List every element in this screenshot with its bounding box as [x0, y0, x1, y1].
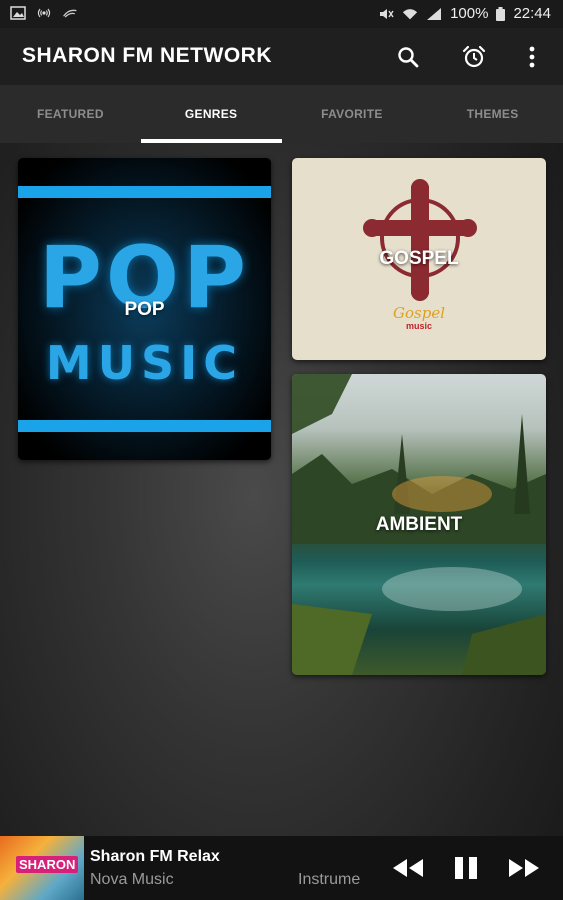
genre-card-gospel[interactable]: GOSPEL Gospel music — [292, 158, 546, 360]
track-title: Sharon FM Relax — [90, 848, 220, 865]
genre-label-gospel: GOSPEL — [379, 248, 459, 269]
genre-label-pop: POP — [124, 299, 165, 320]
mini-player[interactable]: SHARON Sharon FM Relax Nova Music Instru… — [0, 836, 563, 900]
image-notification-icon — [10, 6, 26, 20]
tab-themes[interactable]: THEMES — [422, 85, 563, 143]
tab-featured[interactable]: FEATURED — [0, 85, 141, 143]
rewind-icon — [393, 859, 423, 877]
tab-genres[interactable]: GENRES — [140, 85, 282, 143]
fast-forward-button[interactable] — [506, 854, 542, 882]
app-bar: SHARON FM NETWORK — [0, 28, 563, 85]
station-logo: SHARON — [16, 856, 79, 873]
genre-card-pop[interactable]: POP MUSIC POP — [18, 158, 271, 460]
gospel-art-caption-sub: music — [405, 321, 432, 331]
app-notification-icon — [63, 9, 77, 18]
status-bar: 100% 22:44 — [0, 0, 563, 28]
more-vert-icon — [529, 46, 535, 68]
genre-card-ambient[interactable]: AMBIENT — [292, 374, 546, 675]
broadcast-notification-icon — [37, 8, 51, 18]
track-genre: Instrume — [298, 871, 361, 888]
status-right: 100% 22:44 — [378, 5, 551, 22]
signal-icon — [427, 7, 442, 20]
track-subtitle: Nova Music — [90, 871, 174, 888]
pause-button[interactable] — [448, 854, 484, 882]
pop-art-subtitle: MUSIC — [45, 336, 244, 390]
battery-icon — [496, 6, 506, 21]
clock: 22:44 — [513, 5, 551, 22]
status-left-icons — [10, 6, 78, 20]
tab-favorite[interactable]: FAVORITE — [282, 85, 423, 143]
alarm-icon — [462, 45, 486, 68]
battery-level: 100% — [450, 5, 489, 22]
app-title: SHARON FM NETWORK — [22, 44, 272, 67]
mute-icon — [380, 8, 394, 19]
station-thumbnail: SHARON — [0, 836, 84, 900]
search-button[interactable] — [391, 40, 425, 74]
alarm-button[interactable] — [457, 40, 491, 74]
gospel-art-caption: Gospel — [393, 304, 445, 322]
pause-icon — [455, 857, 477, 879]
fast-forward-icon — [509, 859, 539, 877]
rewind-button[interactable] — [390, 854, 426, 882]
overflow-menu-button[interactable] — [515, 40, 549, 74]
tab-bar: FEATURED GENRES FAVORITE THEMES — [0, 85, 563, 143]
genre-label-ambient: AMBIENT — [375, 514, 463, 535]
wifi-icon — [402, 8, 418, 19]
search-icon — [398, 47, 419, 68]
